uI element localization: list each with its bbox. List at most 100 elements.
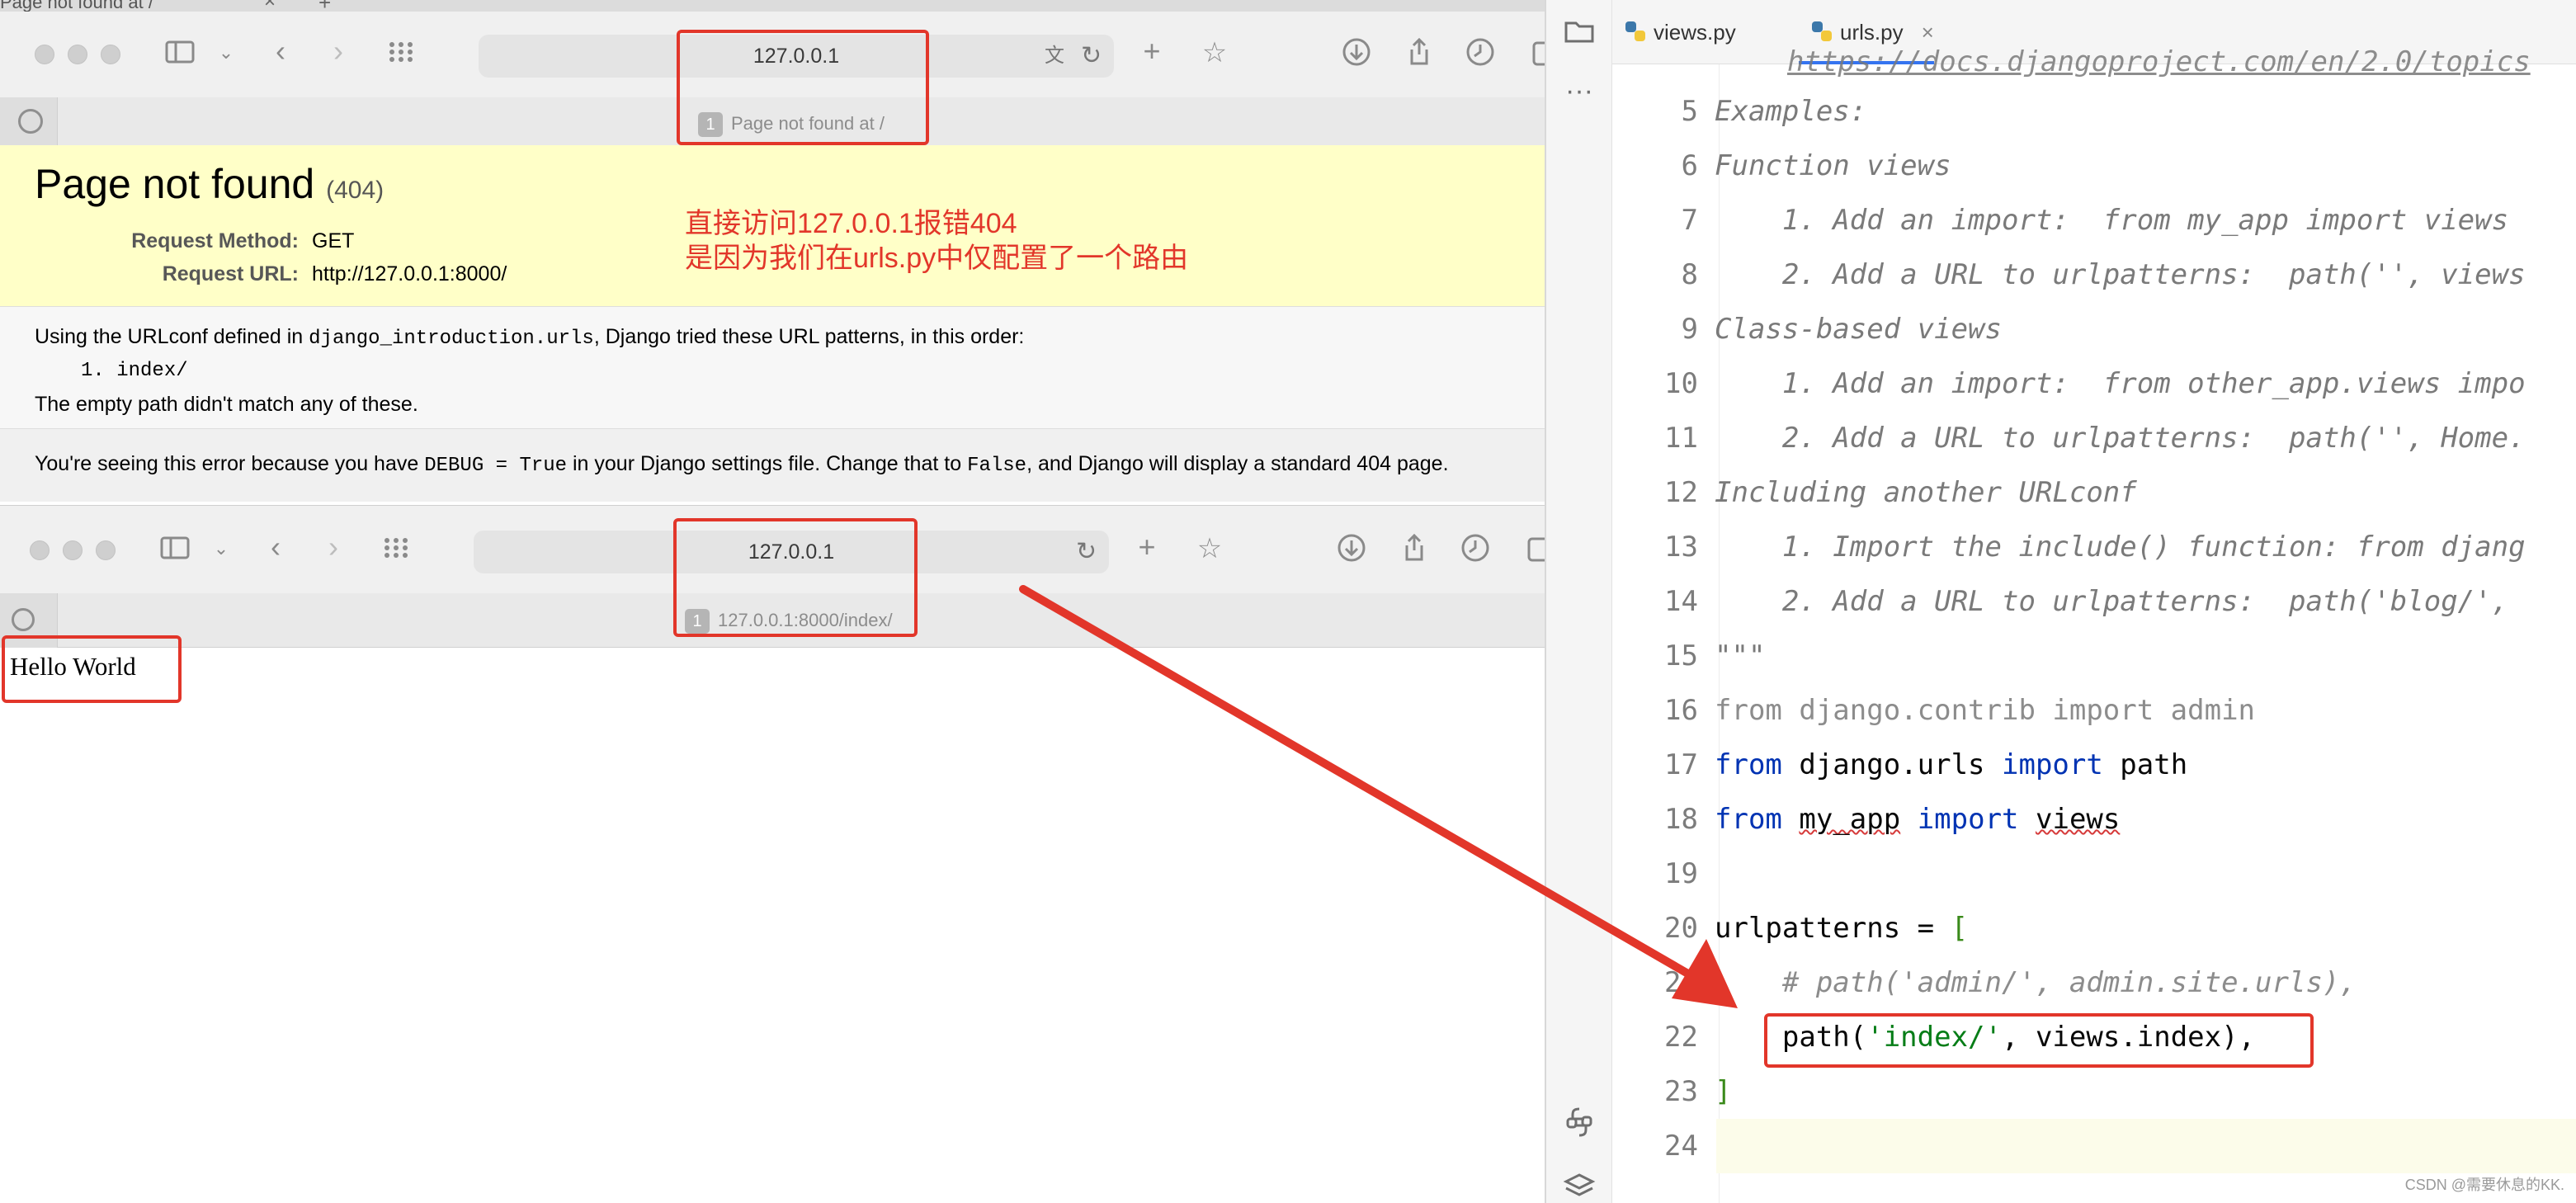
code-line[interactable]: 1. Add an import: from other_app.views i… <box>1715 356 2526 411</box>
code-line[interactable]: ] <box>1715 1064 1731 1119</box>
window-minimize-light[interactable] <box>68 45 87 64</box>
reload-icon[interactable]: ↻ <box>1081 43 1102 69</box>
tabs-icon[interactable] <box>1523 36 1545 76</box>
status-code: (404) <box>326 177 385 204</box>
window-close-light[interactable] <box>35 45 54 64</box>
code-line[interactable]: """ <box>1715 629 1765 683</box>
code-line[interactable]: urlpatterns = [ <box>1715 901 1968 955</box>
download-icon[interactable] <box>1332 532 1371 572</box>
line-number: 12 <box>1664 476 1698 509</box>
tab-views-py[interactable]: views.py <box>1612 0 1736 64</box>
new-tab-icon[interactable]: + <box>318 0 331 12</box>
page-title: Page not found (404) <box>35 161 385 207</box>
urlconf-module: django_introduction.urls <box>309 328 594 350</box>
line-number: 18 <box>1664 803 1698 836</box>
request-url-label: Request URL: <box>162 262 299 285</box>
forward-icon[interactable]: › <box>314 531 353 570</box>
share-icon[interactable] <box>1394 532 1434 572</box>
sidebar-icon[interactable] <box>155 532 195 572</box>
forward-icon[interactable]: › <box>318 35 358 74</box>
tab-label: views.py <box>1654 20 1736 45</box>
line-number: 16 <box>1664 694 1698 727</box>
more-icon[interactable]: ··· <box>1563 77 1596 112</box>
empty-path-message: The empty path didn't match any of these… <box>35 393 418 416</box>
error-info: Using the URLconf defined in django_intr… <box>0 307 1545 429</box>
chevron-down-icon[interactable]: ⌄ <box>201 532 241 572</box>
window-minimize-light[interactable] <box>63 540 83 560</box>
python-file-icon <box>1625 21 1645 41</box>
window-close-light[interactable] <box>30 540 50 560</box>
code-line[interactable]: 2. Add a URL to urlpatterns: path('', vi… <box>1715 248 2526 302</box>
request-url-value: http://127.0.0.1:8000/ <box>312 262 507 285</box>
share-icon[interactable] <box>1399 36 1439 76</box>
history-icon[interactable] <box>1455 532 1495 572</box>
line-number: 8 <box>1681 258 1698 291</box>
annotation-box-bottom-url <box>673 518 918 637</box>
bookmark-star-icon[interactable]: ☆ <box>1195 36 1234 76</box>
safari-icon <box>12 608 35 631</box>
line-number: 15 <box>1664 639 1698 672</box>
line-number: 6 <box>1681 149 1698 182</box>
urlconf-line: Using the URLconf defined in django_intr… <box>35 325 1025 350</box>
window-zoom-light[interactable] <box>96 540 116 560</box>
annotation-line-1: 直接访问127.0.0.1报错404 <box>685 208 1017 239</box>
debug-explanation: You're seeing this error because you hav… <box>0 429 1545 502</box>
download-icon[interactable] <box>1337 36 1376 76</box>
folder-icon[interactable] <box>1563 15 1596 48</box>
code-line[interactable]: from my_app import views <box>1715 792 2120 847</box>
code-line[interactable]: 1. Add an import: from my_app import vie… <box>1715 193 2508 248</box>
request-method-label: Request Method: <box>131 229 299 252</box>
code-line[interactable]: Function views <box>1715 139 1951 193</box>
code-line[interactable]: Examples: <box>1715 84 1866 139</box>
line-number: 9 <box>1681 313 1698 346</box>
tabs-icon[interactable] <box>1518 532 1545 572</box>
request-method-value: GET <box>312 229 355 252</box>
annotation-box-path <box>1764 1013 2314 1068</box>
line-number: 22 <box>1664 1021 1698 1054</box>
sidebar-icon[interactable] <box>160 36 200 76</box>
code-line[interactable]: from django.urls import path <box>1715 738 2187 792</box>
line-number: 17 <box>1664 748 1698 781</box>
annotation-box-top-url <box>677 30 929 145</box>
code-line[interactable]: 1. Import the include() function: from d… <box>1715 520 2526 574</box>
safari-icon <box>18 109 43 134</box>
new-tab-plus-icon[interactable]: + <box>1127 531 1167 570</box>
close-icon[interactable]: × <box>264 0 276 12</box>
new-tab-plus-icon[interactable]: + <box>1132 35 1172 74</box>
line-number: 5 <box>1681 95 1698 128</box>
annotation-box-hello <box>2 635 182 703</box>
history-icon[interactable] <box>1460 36 1500 76</box>
annotation-note: 直接访问127.0.0.1报错404 是因为我们在urls.py中仅配置了一个路… <box>685 206 1188 276</box>
line-number: 24 <box>1664 1130 1698 1163</box>
pinned-tab[interactable] <box>0 97 58 150</box>
tool-window-strip: ··· <box>1546 0 1612 1203</box>
line-number: 19 <box>1664 857 1698 890</box>
debug-line: You're seeing this error because you hav… <box>35 452 1449 477</box>
code-line[interactable]: from django.contrib import admin <box>1715 683 2255 738</box>
line-number: 20 <box>1664 912 1698 945</box>
code-line[interactable]: 2. Add a URL to urlpatterns: path('blog/… <box>1715 574 2526 629</box>
browser-tab-partial[interactable]: Page not found at / <box>0 0 153 12</box>
code-line[interactable]: https://docs.djangoproject.com/en/2.0/to… <box>1787 35 2531 89</box>
python-console-icon[interactable] <box>1563 1106 1596 1139</box>
code-line[interactable]: 2. Add a URL to urlpatterns: path('', Ho… <box>1715 411 2526 465</box>
line-number: 11 <box>1664 422 1698 455</box>
translate-icon[interactable]: 文 <box>1045 43 1064 69</box>
line-number: 14 <box>1664 585 1698 618</box>
code-line[interactable]: Including another URLconf <box>1715 465 2137 520</box>
line-number: 7 <box>1681 204 1698 237</box>
line-number: 23 <box>1664 1075 1698 1108</box>
tab-overview-icon[interactable] <box>376 532 416 572</box>
chevron-down-icon[interactable]: ⌄ <box>206 36 246 76</box>
back-icon[interactable]: ‹ <box>256 531 295 570</box>
annotation-line-2: 是因为我们在urls.py中仅配置了一个路由 <box>685 243 1189 274</box>
window-zoom-light[interactable] <box>101 45 120 64</box>
bookmark-star-icon[interactable]: ☆ <box>1190 532 1229 572</box>
line-number: 13 <box>1664 531 1698 564</box>
code-line[interactable]: Class-based views <box>1715 302 2002 356</box>
back-icon[interactable]: ‹ <box>261 35 300 74</box>
code-line[interactable]: # path('admin/', admin.site.urls), <box>1715 955 2357 1010</box>
reload-icon[interactable]: ↻ <box>1076 539 1097 565</box>
tab-overview-icon[interactable] <box>381 36 421 76</box>
layers-icon[interactable] <box>1563 1170 1596 1203</box>
